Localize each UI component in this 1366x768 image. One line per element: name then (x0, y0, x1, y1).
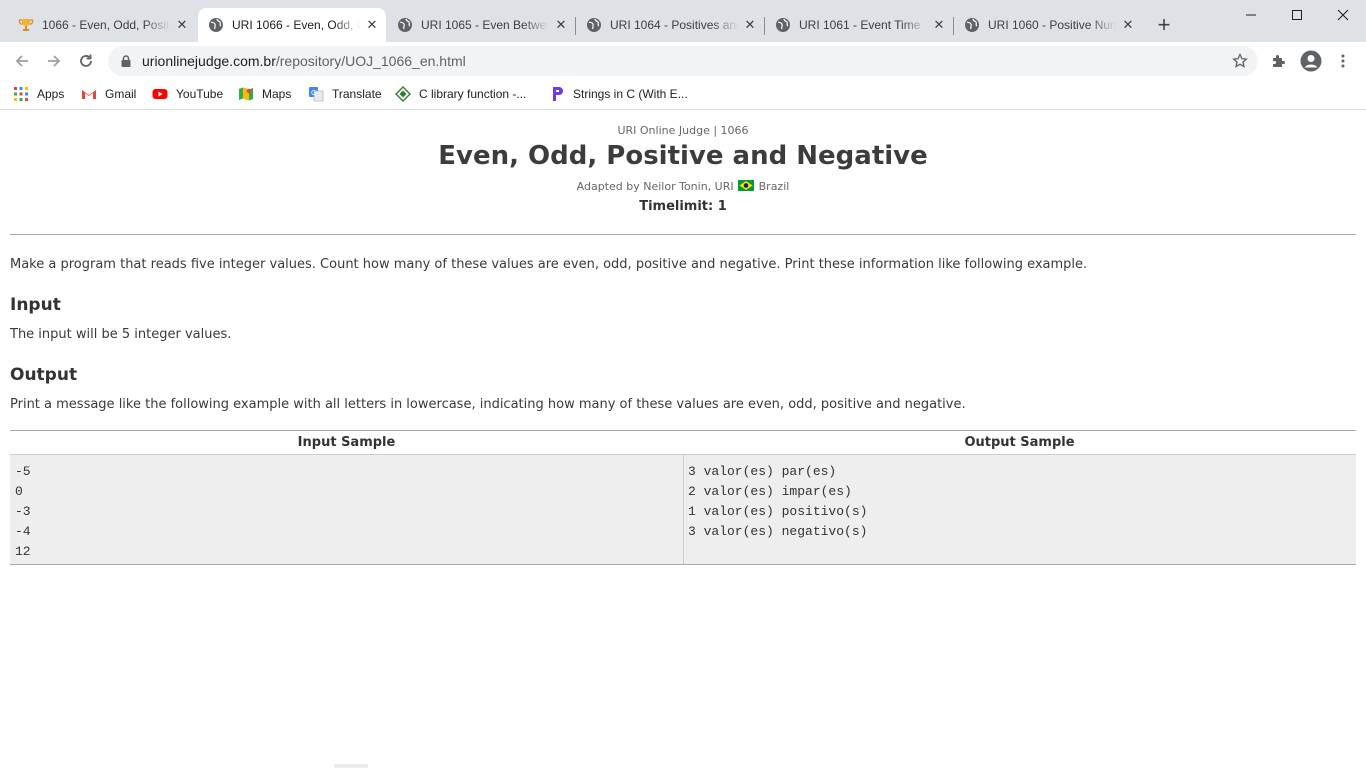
bookmark-strings-in-c[interactable]: Strings in C (With E... (549, 85, 688, 103)
minimize-button[interactable] (1228, 0, 1274, 30)
menu-button[interactable] (1329, 47, 1357, 75)
forward-arrow-icon (48, 55, 61, 67)
close-icon[interactable]: ✕ (742, 17, 758, 33)
tab-title: URI 1066 - Even, Odd, Positive and Negat… (232, 18, 360, 32)
output-heading: Output (10, 365, 78, 385)
new-tab-button[interactable]: + (1152, 14, 1176, 38)
trophy-icon (18, 19, 34, 31)
page-title: Even, Odd, Positive and Negative (438, 141, 928, 171)
bookmark-label: Apps (37, 87, 65, 101)
tab-uri-1065[interactable]: URI 1065 - Even Between five Numbers ✕ (387, 8, 575, 42)
sample-table: Input Sample Output Sample -5 0 -3 -4 12… (10, 430, 1356, 565)
maps-icon (239, 87, 253, 101)
input-sample-body: -5 0 -3 -4 12 (10, 454, 683, 564)
bookmark-label: C library function -... (419, 87, 527, 101)
close-icon (1337, 9, 1349, 21)
output-sample-header: Output Sample (964, 435, 1075, 450)
problem-description: Make a program that reads five integer v… (10, 257, 1088, 272)
problem-source: URI Online Judge | 1066 (617, 124, 749, 137)
svg-text:G: G (311, 89, 316, 97)
url-host: urionlinejudge.com.br (142, 53, 276, 69)
programiz-icon (553, 87, 563, 101)
tab-title: URI 1061 - Event Time (799, 18, 921, 32)
reload-icon (80, 54, 92, 67)
bookmark-c-library[interactable]: C library function -... (395, 85, 526, 103)
bookmark-youtube[interactable]: YouTube (152, 85, 223, 103)
tab-strip: 1066 - Even, Odd, Positive and Negative … (0, 0, 1366, 42)
bookmark-maps[interactable]: Maps (238, 85, 291, 103)
bookmark-label: Translate (332, 87, 382, 101)
input-sample-header: Input Sample (297, 435, 396, 450)
lock-icon[interactable] (119, 54, 133, 68)
close-icon[interactable]: ✕ (553, 17, 569, 33)
maximize-icon (1292, 10, 1302, 20)
bookmark-label: Strings in C (With E... (573, 87, 688, 101)
reload-button[interactable] (72, 47, 100, 75)
bookmark-translate[interactable]: G Translate (308, 85, 382, 103)
tab-title: URI 1060 - Positive Numbers (988, 18, 1116, 32)
browser-toolbar: urionlinejudge.com.br/repository/UOJ_106… (0, 42, 1366, 79)
apps-grid-icon (14, 87, 28, 101)
maximize-button[interactable] (1274, 0, 1320, 30)
tab-title: URI 1064 - Positives and Average (610, 18, 738, 32)
globe-icon (965, 18, 979, 32)
input-heading: Input (10, 295, 61, 315)
diamond-icon (395, 86, 411, 102)
bookmark-label: Maps (262, 87, 292, 101)
tab-uri-1066[interactable]: URI 1066 - Even, Odd, Positive and Negat… (198, 8, 386, 42)
adapted-by-text: Adapted by Neilor Tonin, URI (576, 180, 734, 193)
bookmark-apps[interactable]: Apps (13, 85, 64, 103)
address-bar[interactable]: urionlinejudge.com.br/repository/UOJ_106… (108, 46, 1258, 76)
avatar-icon (1300, 50, 1322, 72)
divider (10, 234, 1356, 235)
close-icon[interactable]: ✕ (931, 17, 947, 33)
timelimit: Timelimit: 1 (639, 199, 727, 214)
close-icon[interactable]: ✕ (364, 17, 380, 33)
forward-button[interactable] (40, 47, 68, 75)
globe-icon (209, 18, 223, 32)
scrollbar-thumb[interactable] (334, 764, 368, 768)
tab-1066-judge[interactable]: 1066 - Even, Odd, Positive and Negative … (8, 8, 196, 42)
minimize-icon (1246, 14, 1256, 16)
output-text: Print a message like the following examp… (10, 397, 966, 412)
profile-button[interactable] (1297, 47, 1325, 75)
tab-uri-1061[interactable]: URI 1061 - Event Time ✕ (765, 8, 953, 42)
translate-icon: G (309, 87, 324, 102)
bookmarks-bar: Apps Gmail YouTube Maps G Translate C li… (0, 79, 1366, 110)
sample-column-divider (683, 454, 684, 564)
tab-uri-1060[interactable]: URI 1060 - Positive Numbers ✕ (954, 8, 1142, 42)
gmail-icon (82, 90, 96, 99)
youtube-icon (152, 89, 168, 99)
bookmark-label: YouTube (176, 87, 224, 101)
close-window-button[interactable] (1320, 0, 1366, 30)
tab-title: 1066 - Even, Odd, Positive and Negative (42, 18, 170, 32)
bookmark-label: Gmail (105, 87, 137, 101)
bookmark-gmail[interactable]: Gmail (81, 85, 136, 103)
brazil-flag-icon (738, 180, 755, 191)
close-icon[interactable]: ✕ (174, 17, 190, 33)
globe-icon (398, 18, 412, 32)
tab-uri-1064[interactable]: URI 1064 - Positives and Average ✕ (576, 8, 764, 42)
back-button[interactable] (8, 47, 36, 75)
globe-icon (776, 18, 790, 32)
back-arrow-icon (15, 55, 28, 67)
bookmark-star-icon[interactable] (1232, 53, 1248, 69)
kebab-menu-icon (1341, 54, 1345, 68)
input-text: The input will be 5 integer values. (10, 327, 232, 342)
problem-page: URI Online Judge | 1066 Even, Odd, Posit… (0, 111, 1366, 768)
extensions-button[interactable] (1265, 47, 1293, 75)
adapted-country: Brazil (758, 180, 790, 193)
tab-title: URI 1065 - Even Between five Numbers (421, 18, 549, 32)
url-path: /repository/UOJ_1066_en.html (275, 53, 466, 69)
output-sample-body: 3 valor(es) par(es) 2 valor(es) impar(es… (683, 454, 1356, 564)
puzzle-icon (1273, 55, 1285, 67)
adapted-by: Adapted by Neilor Tonin, URI Brazil (0, 180, 1366, 193)
globe-icon (587, 18, 601, 32)
close-icon[interactable]: ✕ (1120, 17, 1136, 33)
